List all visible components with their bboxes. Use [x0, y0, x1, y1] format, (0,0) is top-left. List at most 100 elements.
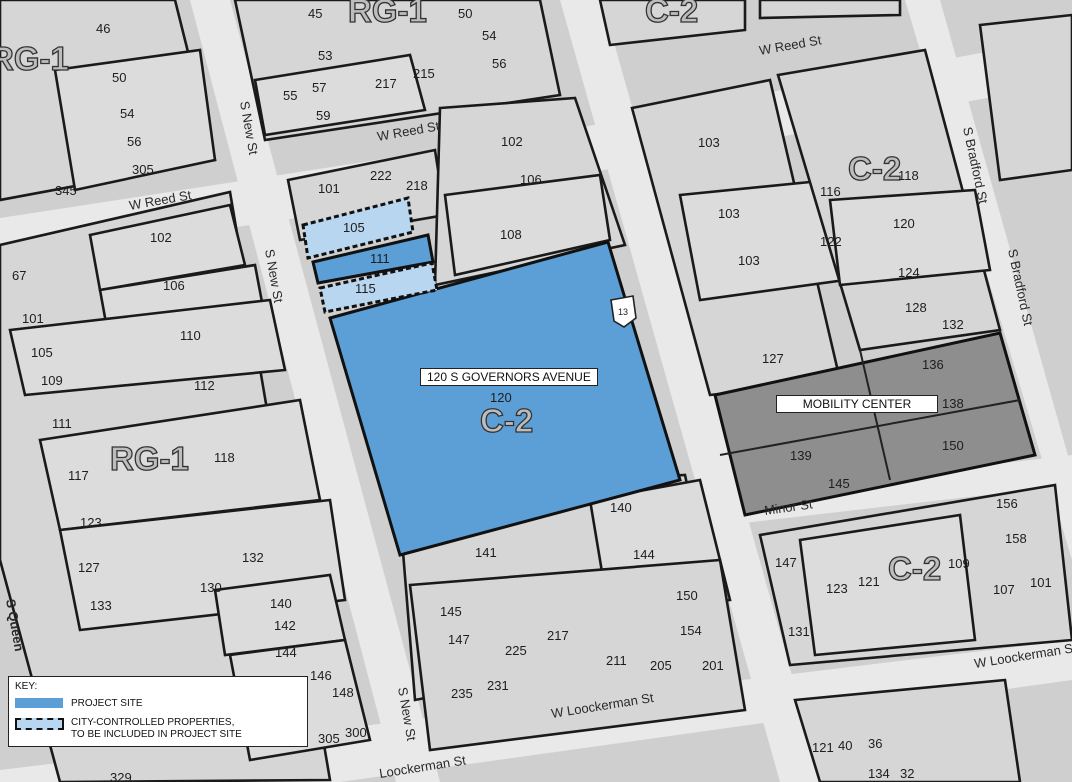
legend-city-controlled-line2: TO BE INCLUDED IN PROJECT SITE	[71, 729, 242, 740]
parcel-number: 103	[698, 135, 720, 150]
zone-label: C-2	[645, 0, 698, 29]
parcel-number: 67	[12, 268, 26, 283]
parcel-number: 205	[650, 658, 672, 673]
parcel-number: 127	[762, 351, 784, 366]
parcel-number: 59	[316, 108, 330, 123]
zone-label: C-2	[480, 402, 533, 439]
parcel-number: 133	[90, 598, 112, 613]
parcel-number: 121	[858, 574, 880, 589]
street-label: W Reed St	[758, 32, 823, 58]
parcel-number: 103	[738, 253, 760, 268]
parcel-number: 53	[318, 48, 332, 63]
parcel-number: 345	[55, 183, 77, 198]
parcel	[978, 13, 1072, 182]
parcel-number: 57	[312, 80, 326, 95]
parcel-number: 300	[345, 725, 367, 740]
parcel-number: 329	[110, 770, 132, 782]
parcel-number: 102	[150, 230, 172, 245]
parcel-number: 32	[900, 766, 914, 781]
legend-title: KEY:	[15, 681, 38, 692]
parcel-number: 142	[274, 618, 296, 633]
parcel-number: 106	[520, 172, 542, 187]
parcel-number: 156	[996, 496, 1018, 511]
parcel-number: 122	[820, 234, 842, 249]
parcel-number: 106	[163, 278, 185, 293]
map-canvas: 13 RG-1 RG-1 RG-1 C-2 C-2 C-2 C-2 W Reed…	[0, 0, 1072, 782]
parcel-number: 45	[308, 6, 322, 21]
parcel-number: 127	[78, 560, 100, 575]
parcel-number: 147	[448, 632, 470, 647]
parcel-number: 121	[812, 740, 834, 755]
parcel-number: 124	[898, 265, 920, 280]
parcel-number: 132	[942, 317, 964, 332]
parcel-number: 225	[505, 643, 527, 658]
parcel-number: 145	[828, 476, 850, 491]
parcel-number: 145	[440, 604, 462, 619]
parcel-number: 140	[270, 596, 292, 611]
parcel-number: 154	[680, 623, 702, 638]
zone-label: C-2	[848, 150, 901, 187]
city-controlled-swatch	[15, 718, 64, 730]
parcel-number: 101	[1030, 575, 1052, 590]
parcel-number: 131	[788, 624, 810, 639]
project-site-swatch	[15, 698, 63, 708]
project-site-callout: 120 S GOVERNORS AVENUE	[420, 368, 598, 386]
parcel-number: 101	[22, 311, 44, 326]
parcel-number: 128	[905, 300, 927, 315]
zone-label: RG-1	[110, 440, 189, 477]
parcel-number: 56	[492, 56, 506, 71]
legend-project-site-label: PROJECT SITE	[71, 698, 143, 709]
legend-city-controlled-label: CITY-CONTROLLED PROPERTIES, TO BE INCLUD…	[71, 717, 242, 741]
parcel-number: 217	[547, 628, 569, 643]
parcel-number: 102	[501, 134, 523, 149]
parcel-number: 118	[214, 450, 235, 465]
parcel-number: 222	[370, 168, 392, 183]
parcel-number: 148	[332, 685, 354, 700]
parcel-number: 105	[31, 345, 53, 360]
parcel-number: 139	[790, 448, 812, 463]
parcel-number: 110	[180, 328, 201, 343]
parcel-number: 132	[242, 550, 264, 565]
route-shield-label: 13	[618, 307, 628, 317]
parcel-number: 235	[451, 686, 473, 701]
parcel-number: 111	[370, 251, 390, 266]
parcel-number: 103	[718, 206, 740, 221]
parcel-number: 50	[458, 6, 472, 21]
parcel-number: 150	[942, 438, 964, 453]
parcel-number: 116	[820, 184, 841, 199]
parcel-number: 118	[898, 168, 919, 183]
parcel-number: 109	[948, 556, 970, 571]
zoning-map: 13 RG-1 RG-1 RG-1 C-2 C-2 C-2 C-2 W Reed…	[0, 0, 1072, 782]
legend-city-controlled-line1: CITY-CONTROLLED PROPERTIES,	[71, 717, 235, 728]
parcel-number: 134	[868, 766, 890, 781]
parcel-number: 146	[310, 668, 332, 683]
parcel-number: 201	[702, 658, 724, 673]
parcel-number: 115	[355, 281, 376, 296]
parcel-number: 36	[868, 736, 882, 751]
parcel-number: 130	[200, 580, 222, 595]
parcel-number: 144	[633, 547, 655, 562]
parcel-number: 138	[942, 396, 964, 411]
parcel-number: 112	[194, 378, 215, 393]
parcel-number: 120	[490, 390, 512, 405]
parcel-number: 305	[132, 162, 154, 177]
parcel-number: 111	[52, 416, 72, 431]
parcel-number: 123	[80, 515, 102, 530]
parcel-number: 50	[112, 70, 126, 85]
zone-label: RG-1	[0, 40, 69, 77]
parcel	[758, 0, 902, 20]
parcel-number: 54	[482, 28, 496, 43]
parcel-number: 108	[500, 227, 522, 242]
parcel-number: 40	[838, 738, 852, 753]
parcel-number: 140	[610, 500, 632, 515]
parcel-number: 136	[922, 357, 944, 372]
parcel-number: 211	[606, 653, 627, 668]
parcel-number: 109	[41, 373, 63, 388]
parcel-number: 56	[127, 134, 141, 149]
parcel-number: 105	[343, 220, 365, 235]
parcel-number: 123	[826, 581, 848, 596]
zone-label: RG-1	[348, 0, 427, 29]
parcel-number: 55	[283, 88, 297, 103]
parcel-number: 150	[676, 588, 698, 603]
parcel-number: 117	[68, 468, 89, 483]
